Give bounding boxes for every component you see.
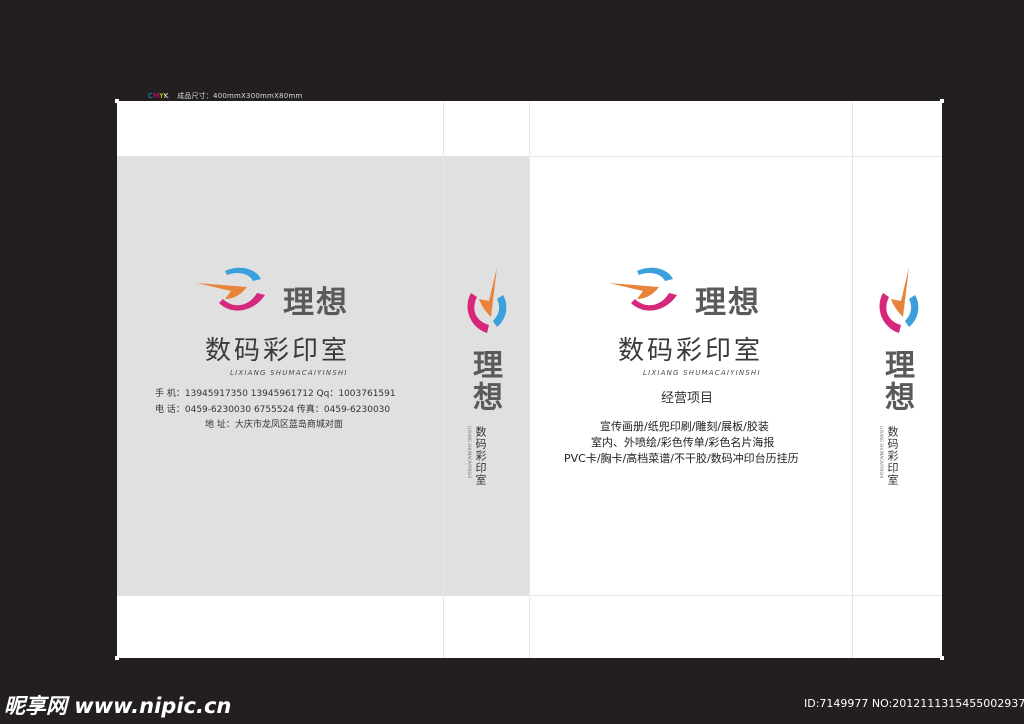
fold-line-bottom [117, 595, 942, 596]
brand-name: 理想 [695, 285, 761, 321]
side-title: 数码彩印室 [474, 426, 487, 486]
size-spec: 成品尺寸：400mmX300mmX80mm [177, 92, 303, 100]
front-address: 地 址：大庆市龙凤区蓝岛商城对面 [205, 420, 343, 430]
side-subtitle: LIXIANG SHUMACAIYINSHI [879, 426, 884, 479]
front-mobile: 手 机：13945917350 13945961712 Qq：100376159… [155, 389, 396, 399]
back-subtitle: LIXIANG SHUMACAIYINSHI [643, 369, 761, 377]
services-heading: 经营项目 [661, 391, 714, 406]
print-spec-note: CMYK 成品尺寸：400mmX300mmX80mm [148, 91, 302, 101]
swoosh-logo-icon [609, 267, 677, 311]
service-line-1: 宣传画册/纸兜印刷/雕刻/展板/胶装 [600, 420, 769, 433]
fold-line-2 [529, 101, 530, 658]
watermark-id: ID:7149977 NO:20121113154550029375 [804, 697, 1024, 710]
service-line-2: 室内、外喷绘/彩色传单/彩色名片海报 [591, 436, 775, 449]
swoosh-logo-icon [197, 267, 265, 311]
watermark-site: 昵享网 www.nipic.cn [4, 694, 232, 718]
fold-line-3 [852, 101, 853, 658]
brand-name: 理想 [283, 285, 349, 321]
service-line-3: PVC卡/胸卡/高档菜谱/不干胶/数码冲印台历挂历 [564, 452, 799, 465]
swoosh-logo-icon [879, 267, 919, 333]
side-brand: 理想 [467, 349, 502, 413]
side-title: 数码彩印室 [886, 426, 899, 486]
back-title: 数码彩印室 [618, 336, 764, 366]
side-subtitle: LIXIANG SHUMACAIYINSHI [467, 426, 472, 479]
swoosh-logo-icon [467, 267, 507, 333]
cmyk-k: K [163, 92, 169, 100]
front-phone: 电 话：0459-6230030 6755524 传真：0459-6230030 [155, 405, 391, 415]
side-panel-2: 理想 数码彩印室 LIXIANG SHUMACAIYINSHI [869, 261, 929, 491]
front-logo: 理想 [197, 265, 367, 321]
fold-line-1 [443, 101, 444, 658]
fold-line-top [117, 156, 942, 157]
side-panel-1: 理想 数码彩印室 LIXIANG SHUMACAIYINSHI [457, 261, 517, 491]
front-title: 数码彩印室 [205, 336, 351, 366]
back-logo: 理想 [609, 265, 779, 321]
box-dieline: 理想 数码彩印室 LIXIANG SHUMACAIYINSHI 手 机：1394… [117, 101, 942, 658]
side-brand: 理想 [879, 349, 914, 413]
front-subtitle: LIXIANG SHUMACAIYINSHI [230, 369, 348, 377]
